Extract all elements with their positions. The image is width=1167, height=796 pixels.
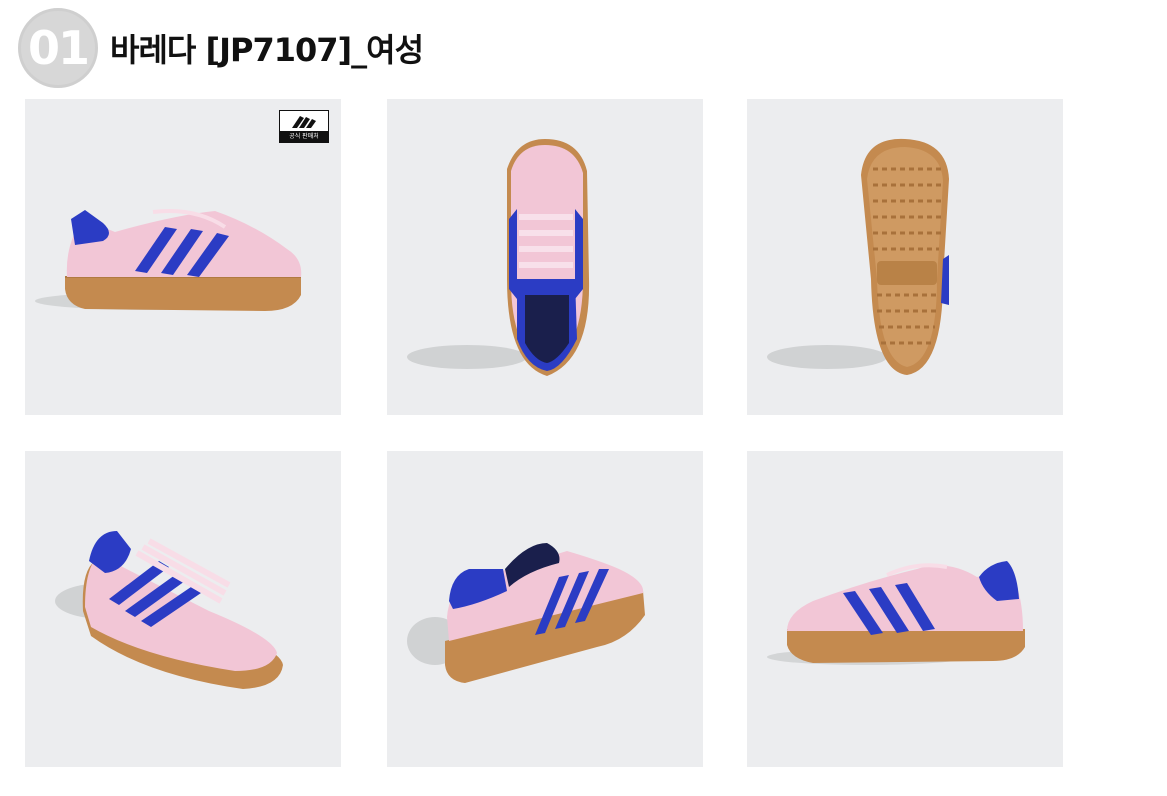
shoe-back-angle-image xyxy=(407,543,645,683)
shoe-front-angle-image xyxy=(55,531,283,689)
section-number-badge: 01 xyxy=(18,8,98,88)
adidas-logo-icon xyxy=(292,116,316,128)
product-detail-page: 01 바레다 [JP7107]_여성 공식 판매처 xyxy=(0,0,1167,796)
product-image-top[interactable] xyxy=(387,99,703,415)
shoe-side-medial-image xyxy=(767,561,1025,665)
product-image-side-medial[interactable] xyxy=(747,451,1063,767)
product-title: 바레다 [JP7107]_여성 xyxy=(110,31,424,69)
shoe-top-image xyxy=(407,139,590,376)
product-image-back-angle[interactable] xyxy=(387,451,703,767)
product-image-front-angle[interactable] xyxy=(25,451,341,767)
section-header: 01 바레다 [JP7107]_여성 xyxy=(18,6,424,90)
product-image-side[interactable]: 공식 판매처 xyxy=(25,99,341,415)
shoe-side-image xyxy=(35,209,302,311)
product-image-sole[interactable] xyxy=(747,99,1063,415)
official-seller-badge: 공식 판매처 xyxy=(279,110,329,143)
shoe-sole-image xyxy=(767,138,949,375)
official-seller-text: 공식 판매처 xyxy=(280,131,328,142)
